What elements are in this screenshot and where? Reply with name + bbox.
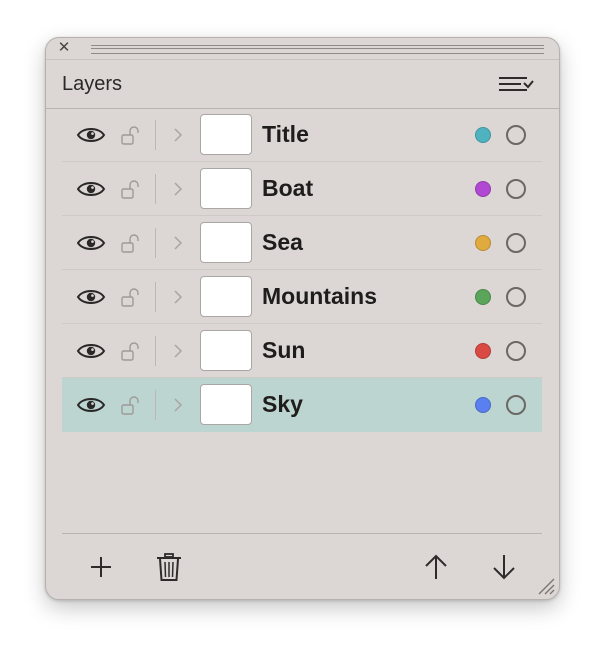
layer-select-radio[interactable] xyxy=(506,179,526,199)
eye-icon[interactable] xyxy=(76,395,106,415)
layer-name[interactable]: Mountains xyxy=(262,283,377,310)
chevron-right-icon[interactable] xyxy=(172,397,184,413)
footer-divider xyxy=(62,533,542,534)
row-divider xyxy=(155,120,156,150)
row-divider xyxy=(155,282,156,312)
row-divider xyxy=(155,336,156,366)
chevron-right-icon[interactable] xyxy=(172,181,184,197)
chevron-right-icon[interactable] xyxy=(172,343,184,359)
layer-select-radio[interactable] xyxy=(506,287,526,307)
layer-row[interactable]: Mountains xyxy=(62,270,542,324)
lock-open-icon[interactable] xyxy=(120,124,142,146)
row-divider xyxy=(155,174,156,204)
layer-name[interactable]: Sun xyxy=(262,337,305,364)
arrow-down-icon[interactable] xyxy=(490,551,518,583)
panel-titlebar[interactable]: ✕ xyxy=(46,38,559,59)
chevron-right-icon[interactable] xyxy=(172,235,184,251)
eye-icon[interactable] xyxy=(76,287,106,307)
layer-thumbnail xyxy=(200,384,252,425)
lock-open-icon[interactable] xyxy=(120,340,142,362)
lock-open-icon[interactable] xyxy=(120,232,142,254)
layer-name[interactable]: Sky xyxy=(262,391,303,418)
layer-color-dot[interactable] xyxy=(475,127,491,143)
sort-menu-icon[interactable] xyxy=(498,75,534,95)
layer-name[interactable]: Title xyxy=(262,121,309,148)
trash-icon[interactable] xyxy=(155,551,183,583)
panel-title: Layers xyxy=(62,73,123,95)
eye-icon[interactable] xyxy=(76,233,106,253)
lock-open-icon[interactable] xyxy=(120,286,142,308)
resize-grip-icon[interactable] xyxy=(537,577,555,595)
lock-open-icon[interactable] xyxy=(120,394,142,416)
layer-thumbnail xyxy=(200,114,252,155)
layer-color-dot[interactable] xyxy=(475,343,491,359)
arrow-up-icon[interactable] xyxy=(422,551,450,583)
eye-icon[interactable] xyxy=(76,125,106,145)
row-divider xyxy=(155,228,156,258)
layer-row[interactable]: Sky xyxy=(62,378,542,432)
layer-thumbnail xyxy=(200,222,252,263)
layer-select-radio[interactable] xyxy=(506,233,526,253)
layer-thumbnail xyxy=(200,276,252,317)
layer-color-dot[interactable] xyxy=(475,235,491,251)
layer-name[interactable]: Sea xyxy=(262,229,303,256)
layer-row[interactable]: Title xyxy=(62,108,542,162)
titlebar-grip[interactable] xyxy=(91,45,544,54)
layer-list: Title Boat Sea Mountains Sun Sky xyxy=(62,108,542,534)
chevron-right-icon[interactable] xyxy=(172,289,184,305)
row-divider xyxy=(155,390,156,420)
layer-color-dot[interactable] xyxy=(475,289,491,305)
layer-select-radio[interactable] xyxy=(506,341,526,361)
layer-color-dot[interactable] xyxy=(475,181,491,197)
layer-row[interactable]: Boat xyxy=(62,162,542,216)
layer-select-radio[interactable] xyxy=(506,125,526,145)
layer-row[interactable]: Sea xyxy=(62,216,542,270)
eye-icon[interactable] xyxy=(76,179,106,199)
layer-color-dot[interactable] xyxy=(475,397,491,413)
panel-header: Layers xyxy=(46,59,559,109)
eye-icon[interactable] xyxy=(76,341,106,361)
lock-open-icon[interactable] xyxy=(120,178,142,200)
layers-panel: ✕ Layers Title Boat Sea Mountains Sun Sky xyxy=(45,37,560,600)
layer-thumbnail xyxy=(200,330,252,371)
plus-icon[interactable] xyxy=(87,551,115,583)
layer-select-radio[interactable] xyxy=(506,395,526,415)
layer-thumbnail xyxy=(200,168,252,209)
chevron-right-icon[interactable] xyxy=(172,127,184,143)
layer-row[interactable]: Sun xyxy=(62,324,542,378)
close-icon[interactable]: ✕ xyxy=(56,40,72,56)
layer-name[interactable]: Boat xyxy=(262,175,313,202)
